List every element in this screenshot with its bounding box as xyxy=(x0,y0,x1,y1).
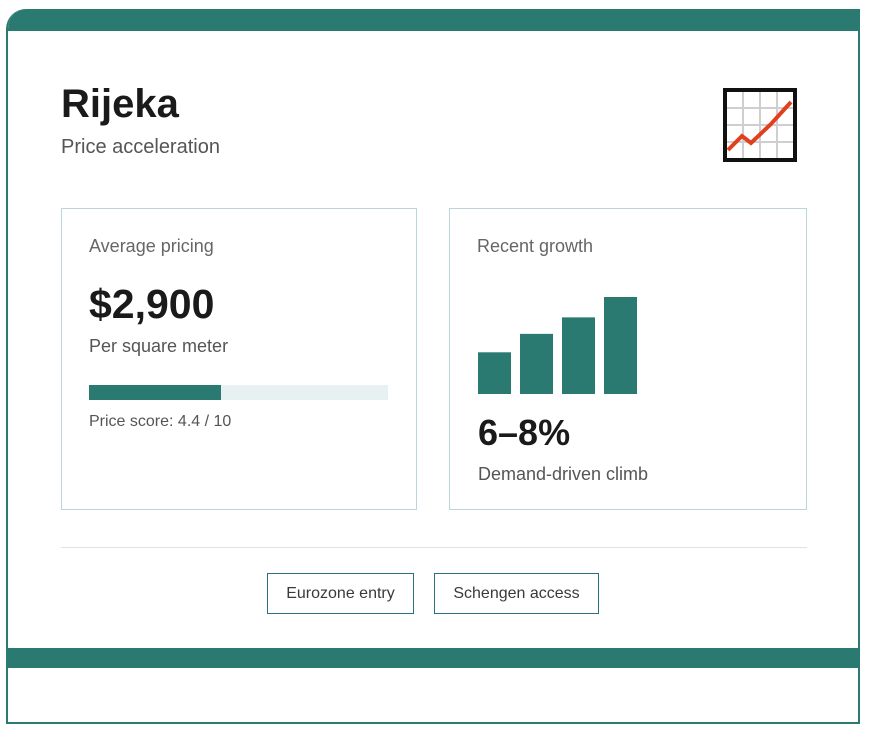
growth-panel: Recent growth 6–8% Demand-driven climb xyxy=(449,208,807,510)
schengen-access-tag[interactable]: Schengen access xyxy=(434,573,599,614)
city-card: Rijeka Price acceleration Average pricin… xyxy=(6,9,860,724)
growth-bar xyxy=(520,333,553,394)
bottom-accent-bar xyxy=(8,648,858,668)
growth-bar-chart xyxy=(478,297,637,394)
price-score-label: Price score: 4.4 / 10 xyxy=(89,413,232,430)
eurozone-entry-tag[interactable]: Eurozone entry xyxy=(267,573,414,614)
growth-bar xyxy=(478,352,511,394)
pricing-unit: Per square meter xyxy=(89,336,229,356)
city-subtitle: Price acceleration xyxy=(61,136,220,158)
growth-bar xyxy=(562,317,595,394)
section-divider xyxy=(61,547,807,548)
chart-increasing-icon xyxy=(723,88,797,162)
price-score-fill xyxy=(89,385,221,400)
growth-label: Recent growth xyxy=(477,236,594,256)
pricing-value: $2,900 xyxy=(89,281,215,327)
pricing-label: Average pricing xyxy=(89,236,214,256)
price-score-bar xyxy=(89,385,388,400)
growth-value: 6–8% xyxy=(478,412,571,453)
top-accent-bar xyxy=(8,9,858,31)
pricing-panel: Average pricing $2,900 Per square meter … xyxy=(61,208,417,510)
city-title: Rijeka xyxy=(61,82,179,126)
growth-bar xyxy=(604,297,637,394)
growth-description: Demand-driven climb xyxy=(478,464,649,484)
